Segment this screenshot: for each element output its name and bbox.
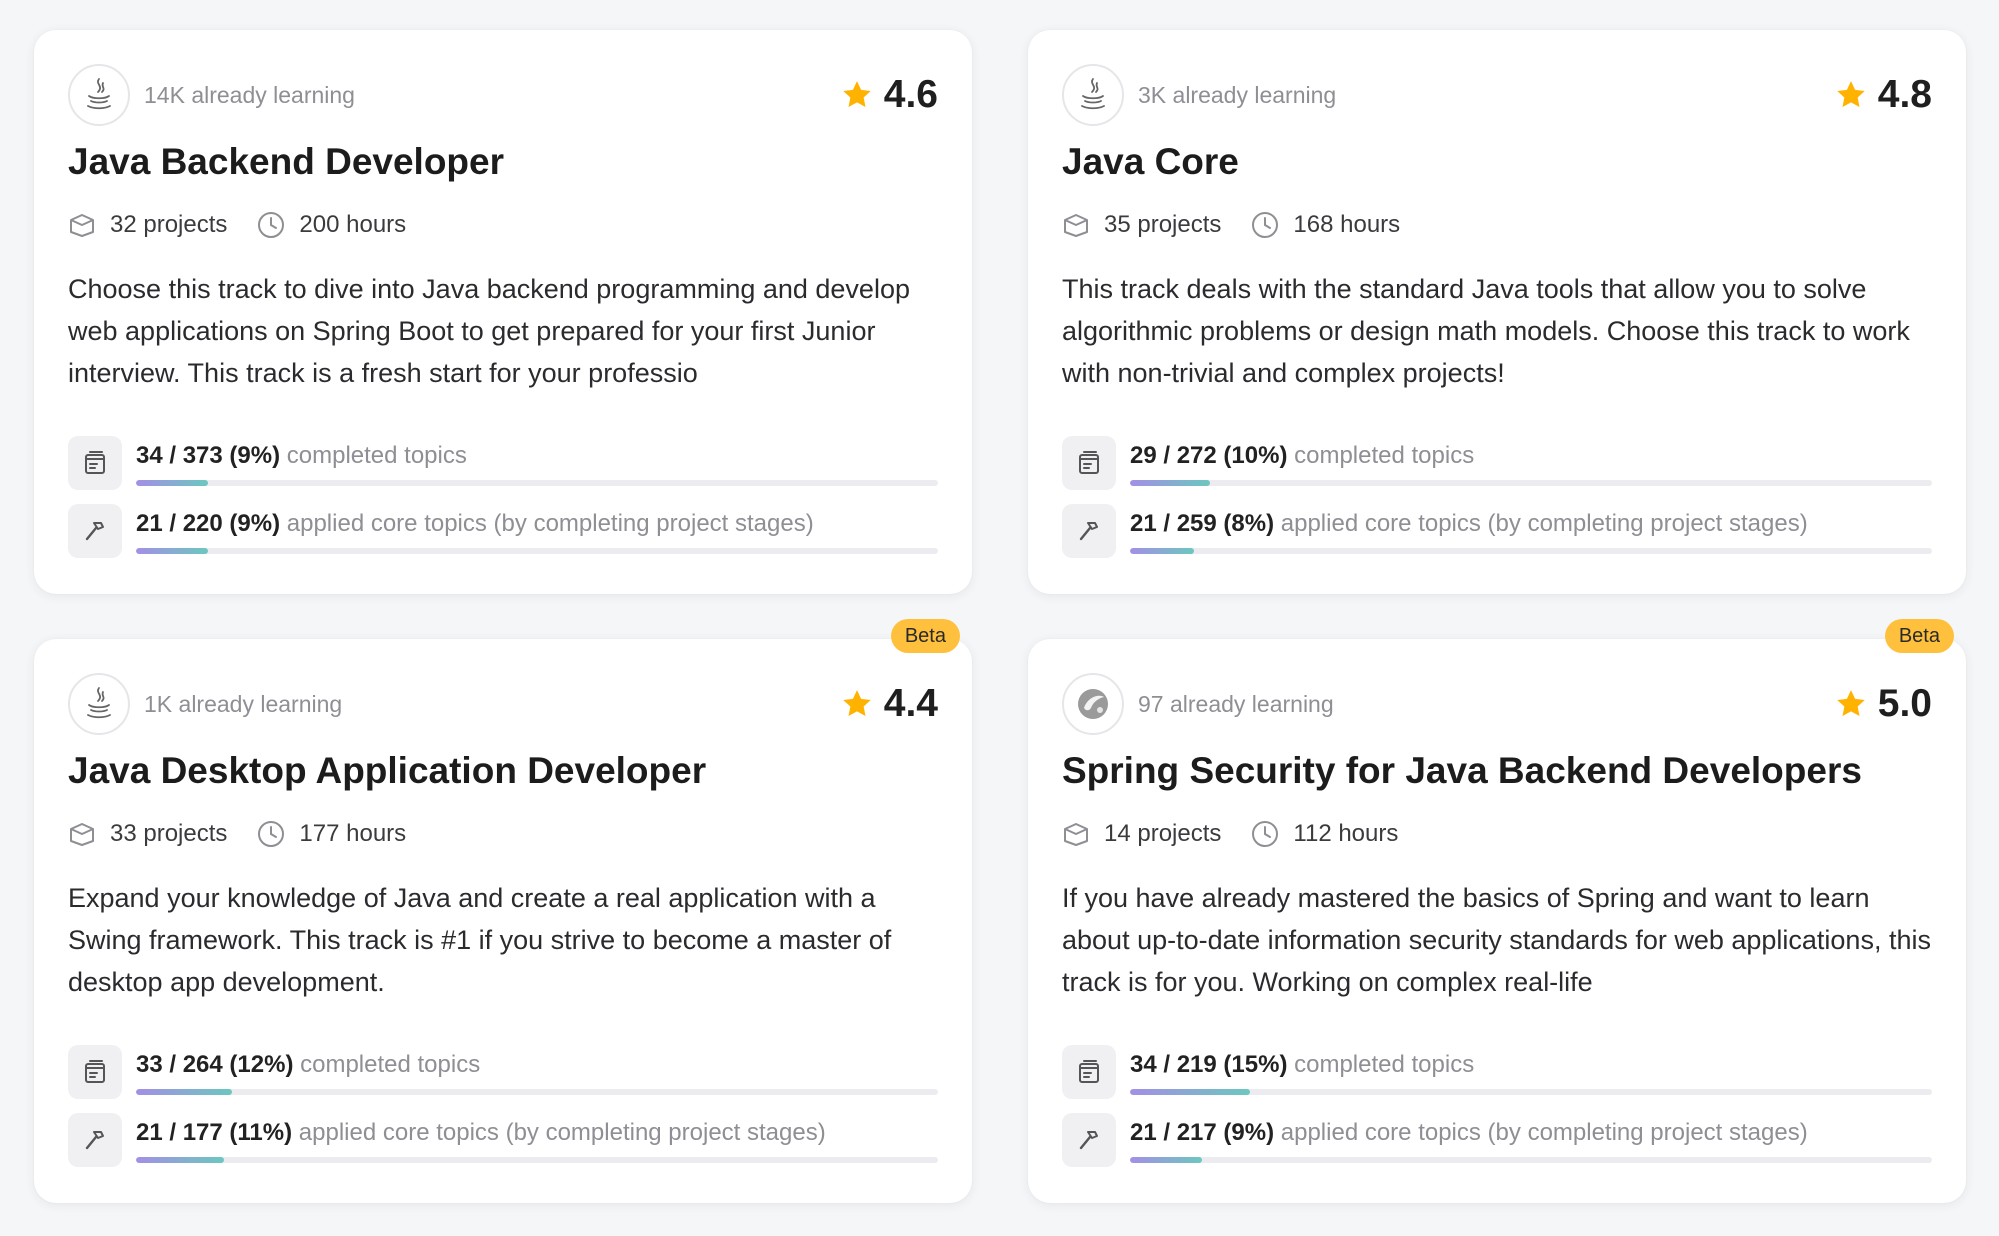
hammer-icon bbox=[68, 504, 122, 558]
topics-progress-bar bbox=[1130, 1089, 1932, 1095]
topics-count: 34 / 219 (15%) bbox=[1130, 1051, 1288, 1078]
track-title[interactable]: Java Core bbox=[1062, 138, 1932, 186]
topics-icon bbox=[68, 436, 122, 490]
track-title[interactable]: Java Backend Developer bbox=[68, 138, 938, 186]
star-icon bbox=[843, 690, 871, 717]
hours-label: 168 hours bbox=[1293, 211, 1401, 238]
track-description: This track deals with the standard Java … bbox=[1062, 274, 1910, 388]
topics-label: completed topics bbox=[286, 442, 467, 469]
applied-progress-bar bbox=[136, 1157, 938, 1163]
projects-count: 32 projects bbox=[68, 211, 227, 239]
applied-count: 21 / 259 (8%) bbox=[1130, 510, 1275, 537]
applied-label: applied core topics (by completing proje… bbox=[1280, 510, 1808, 537]
completed-topics-progress: 33 / 264 (12%) completed topics bbox=[68, 1045, 938, 1113]
track-title[interactable]: Java Desktop Application Developer bbox=[68, 747, 938, 795]
topics-progress-bar bbox=[136, 480, 938, 486]
applied-label: applied core topics (by completing proje… bbox=[286, 510, 814, 537]
applied-progress-bar bbox=[1130, 1157, 1932, 1163]
learners-count: 97 already learning bbox=[1138, 690, 1334, 717]
topics-count: 34 / 373 (9%) bbox=[136, 442, 281, 469]
projects-icon bbox=[1064, 823, 1088, 846]
projects-label: 32 projects bbox=[110, 211, 228, 238]
clock-icon bbox=[1252, 821, 1279, 847]
hammer-icon bbox=[1062, 1113, 1116, 1167]
rating-value: 4.6 bbox=[883, 73, 938, 116]
rating: 5.0 bbox=[1834, 682, 1932, 726]
hours-count: 200 hours bbox=[257, 211, 406, 239]
star-icon bbox=[1837, 81, 1865, 108]
completed-topics-progress: 34 / 219 (15%) completed topics bbox=[1062, 1045, 1932, 1113]
projects-label: 33 projects bbox=[110, 820, 228, 847]
java-icon bbox=[68, 64, 130, 126]
completed-topics-progress: 29 / 272 (10%) completed topics bbox=[1062, 436, 1932, 504]
beta-badge: Beta bbox=[1884, 619, 1954, 653]
learners-count: 3K already learning bbox=[1138, 81, 1337, 108]
track-card[interactable]: Beta 1K already learning 4.4 Java Deskto… bbox=[34, 619, 972, 1203]
track-card[interactable]: 14K already learning 4.6 Java Backend De… bbox=[34, 30, 972, 594]
completed-topics-progress: 34 / 373 (9%) completed topics bbox=[68, 436, 938, 504]
applied-topics-progress: 21 / 177 (11%) applied core topics (by c… bbox=[68, 1113, 938, 1181]
projects-icon bbox=[70, 214, 94, 237]
track-description: Choose this track to dive into Java back… bbox=[68, 268, 940, 394]
topics-icon bbox=[68, 1045, 122, 1099]
projects-count: 14 projects bbox=[1062, 820, 1221, 848]
track-card[interactable]: 3K already learning 4.8 Java Core 35 pro… bbox=[1028, 30, 1966, 594]
applied-label: applied core topics (by completing proje… bbox=[1280, 1119, 1808, 1146]
clock-icon bbox=[258, 821, 285, 847]
track-card[interactable]: Beta 97 already learning 5.0 Spring Secu… bbox=[1028, 619, 1966, 1203]
hours-label: 200 hours bbox=[299, 211, 407, 238]
hours-count: 168 hours bbox=[1251, 211, 1400, 239]
projects-count: 35 projects bbox=[1062, 211, 1221, 239]
topics-label: completed topics bbox=[1294, 442, 1475, 469]
topics-progress-bar bbox=[1130, 480, 1932, 486]
hammer-icon bbox=[1062, 504, 1116, 558]
rating-value: 4.4 bbox=[883, 682, 938, 725]
hours-count: 177 hours bbox=[257, 820, 406, 848]
track-description: Expand your knowledge of Java and create… bbox=[68, 883, 892, 997]
applied-topics-progress: 21 / 220 (9%) applied core topics (by co… bbox=[68, 504, 938, 572]
clock-icon bbox=[258, 212, 285, 238]
projects-count: 33 projects bbox=[68, 820, 227, 848]
applied-label: applied core topics (by completing proje… bbox=[298, 1119, 826, 1146]
track-title[interactable]: Spring Security for Java Backend Develop… bbox=[1062, 747, 1932, 795]
hours-count: 112 hours bbox=[1251, 820, 1398, 848]
learners-count: 14K already learning bbox=[144, 81, 355, 108]
topics-icon bbox=[1062, 1045, 1116, 1099]
hours-label: 112 hours bbox=[1293, 820, 1399, 847]
rating: 4.6 bbox=[840, 73, 938, 117]
projects-icon bbox=[70, 823, 94, 846]
java-icon bbox=[68, 673, 130, 735]
applied-count: 21 / 220 (9%) bbox=[136, 510, 281, 537]
hours-label: 177 hours bbox=[299, 820, 407, 847]
applied-count: 21 / 217 (9%) bbox=[1130, 1119, 1275, 1146]
track-grid: 14K already learning 4.6 Java Backend De… bbox=[0, 0, 1999, 1236]
rating: 4.8 bbox=[1834, 73, 1932, 117]
clock-icon bbox=[1252, 212, 1279, 238]
beta-badge: Beta bbox=[890, 619, 960, 653]
topics-progress-bar bbox=[136, 1089, 938, 1095]
track-description: If you have already mastered the basics … bbox=[1062, 883, 1931, 997]
star-icon bbox=[1837, 690, 1865, 717]
topics-label: completed topics bbox=[300, 1051, 481, 1078]
topics-count: 33 / 264 (12%) bbox=[136, 1051, 294, 1078]
hammer-icon bbox=[68, 1113, 122, 1167]
topics-icon bbox=[1062, 436, 1116, 490]
applied-progress-bar bbox=[136, 548, 938, 554]
projects-label: 14 projects bbox=[1104, 820, 1222, 847]
rating-value: 5.0 bbox=[1877, 682, 1932, 725]
rating-value: 4.8 bbox=[1877, 73, 1932, 116]
star-icon bbox=[843, 81, 871, 108]
projects-label: 35 projects bbox=[1104, 211, 1222, 238]
java-icon bbox=[1062, 64, 1124, 126]
learners-count: 1K already learning bbox=[144, 690, 343, 717]
applied-count: 21 / 177 (11%) bbox=[136, 1119, 293, 1146]
applied-topics-progress: 21 / 259 (8%) applied core topics (by co… bbox=[1062, 504, 1932, 572]
applied-progress-bar bbox=[1130, 548, 1932, 554]
spring-security-icon bbox=[1062, 673, 1124, 735]
rating: 4.4 bbox=[840, 682, 938, 726]
applied-topics-progress: 21 / 217 (9%) applied core topics (by co… bbox=[1062, 1113, 1932, 1181]
projects-icon bbox=[1064, 214, 1088, 237]
topics-count: 29 / 272 (10%) bbox=[1130, 442, 1288, 469]
topics-label: completed topics bbox=[1294, 1051, 1475, 1078]
